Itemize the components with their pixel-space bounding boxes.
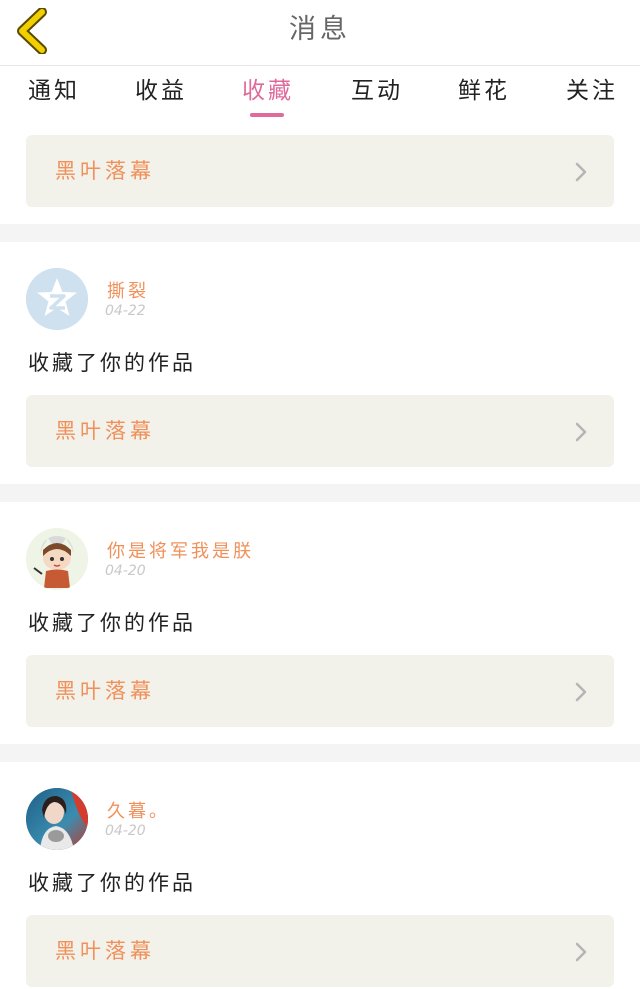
tab-interaction[interactable]: 互动	[351, 76, 403, 116]
tab-following[interactable]: 关注	[566, 76, 618, 116]
tab-favorites[interactable]: 收藏	[242, 76, 294, 116]
work-title: 黑叶落幕	[55, 679, 155, 703]
page-title: 消息	[289, 14, 351, 45]
work-title: 黑叶落幕	[55, 419, 155, 443]
section-divider	[0, 224, 640, 242]
tab-notification[interactable]: 通知	[28, 76, 80, 116]
activity-message: 收藏了你的作品	[28, 351, 196, 375]
tab-flowers[interactable]: 鲜花	[458, 76, 510, 116]
user-name[interactable]: 你是将军我是朕	[107, 537, 254, 563]
user-avatar[interactable]	[26, 528, 88, 590]
user-name[interactable]: 撕裂	[107, 277, 149, 303]
photo-girl-icon	[26, 788, 88, 850]
work-card[interactable]: 黑叶落幕	[26, 655, 614, 727]
active-tab-indicator	[250, 113, 284, 117]
user-name[interactable]: 久暮。	[107, 797, 170, 823]
work-title: 黑叶落幕	[55, 939, 155, 963]
work-title: 黑叶落幕	[55, 159, 155, 183]
cartoon-girl-icon	[26, 528, 88, 590]
timestamp: 04-20	[105, 823, 146, 839]
chevron-right-icon	[575, 422, 587, 442]
work-card[interactable]: 黑叶落幕	[26, 915, 614, 987]
timestamp: 04-22	[105, 303, 146, 319]
activity-message: 收藏了你的作品	[28, 871, 196, 895]
user-avatar[interactable]	[26, 788, 88, 850]
section-divider	[0, 484, 640, 502]
timestamp: 04-20	[105, 563, 146, 579]
qzone-star-icon	[26, 268, 88, 330]
chevron-right-icon	[575, 942, 587, 962]
activity-message: 收藏了你的作品	[28, 611, 196, 635]
section-divider	[0, 744, 640, 762]
work-card[interactable]: 黑叶落幕	[26, 135, 614, 207]
tab-earnings[interactable]: 收益	[135, 76, 187, 116]
chevron-right-icon	[575, 682, 587, 702]
app-header: 消息	[0, 0, 640, 66]
tab-bar: 通知 收益 收藏 互动 鲜花 关注	[0, 66, 640, 124]
work-card[interactable]: 黑叶落幕	[26, 395, 614, 467]
user-avatar[interactable]	[26, 268, 88, 330]
chevron-right-icon	[575, 162, 587, 182]
